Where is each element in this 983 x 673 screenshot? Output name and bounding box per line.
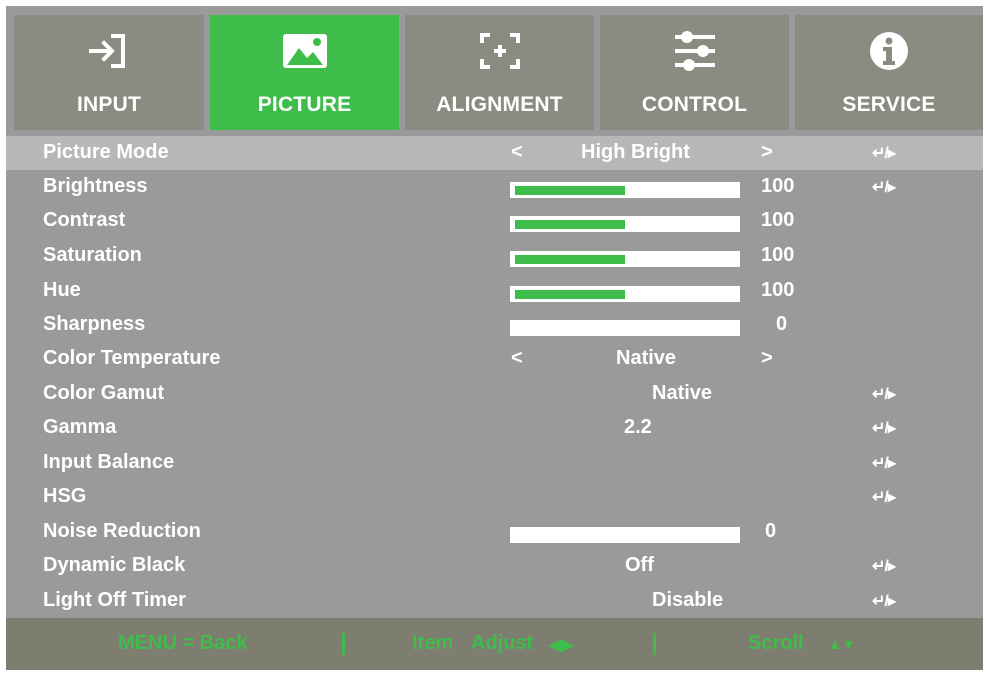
hue-slider[interactable] bbox=[510, 286, 740, 302]
row-label: Color Temperature bbox=[43, 347, 221, 369]
menu-row-color-gamut[interactable]: Color Gamut Native ↵/▸ bbox=[6, 377, 983, 411]
scroll-hint: Scroll bbox=[748, 632, 804, 654]
row-value: Native bbox=[616, 347, 677, 369]
row-number: 100 bbox=[761, 279, 795, 301]
info-icon bbox=[795, 27, 983, 75]
row-value: Off bbox=[625, 554, 654, 576]
row-label: Picture Mode bbox=[43, 141, 169, 163]
row-label: Color Gamut bbox=[43, 382, 165, 404]
menu-row-color-temperature[interactable]: Color Temperature < Native > bbox=[6, 342, 983, 376]
row-value: Disable bbox=[652, 589, 724, 611]
menu-row-brightness[interactable]: Brightness 100 ↵/▸ bbox=[6, 170, 983, 204]
alignment-icon bbox=[405, 27, 594, 75]
enter-icon[interactable]: ↵/▸ bbox=[872, 591, 896, 611]
saturation-slider[interactable] bbox=[510, 251, 740, 267]
input-icon bbox=[14, 27, 204, 75]
menu-row-sharpness[interactable]: Sharpness 0 bbox=[6, 308, 983, 342]
tab-label: PICTURE bbox=[257, 93, 352, 116]
enter-icon[interactable]: ↵/▸ bbox=[872, 487, 896, 507]
right-arrow[interactable]: > bbox=[761, 141, 773, 164]
row-label: Dynamic Black bbox=[43, 554, 186, 576]
row-number: 100 bbox=[761, 175, 795, 197]
row-number: 100 bbox=[761, 209, 795, 231]
tab-input[interactable]: INPUT bbox=[14, 15, 204, 130]
control-sliders-icon bbox=[600, 27, 789, 75]
row-label: Sharpness bbox=[43, 313, 146, 335]
contrast-slider[interactable] bbox=[510, 216, 740, 232]
tab-label: INPUT bbox=[77, 93, 141, 116]
footer-divider bbox=[342, 633, 345, 655]
row-label: Gamma bbox=[43, 416, 117, 438]
tab-control[interactable]: CONTROL bbox=[600, 15, 789, 130]
row-label: Noise Reduction bbox=[43, 520, 201, 542]
left-arrow[interactable]: < bbox=[511, 347, 523, 370]
menu-row-input-balance[interactable]: Input Balance ↵/▸ bbox=[6, 446, 983, 480]
brightness-slider[interactable] bbox=[510, 182, 740, 198]
tab-label: SERVICE bbox=[842, 93, 936, 116]
tab-bar: INPUT PICTURE ALIGNMENT CONTROL SERVICE bbox=[6, 6, 983, 130]
noise-reduction-slider[interactable] bbox=[510, 527, 740, 543]
slider-fill bbox=[515, 290, 625, 299]
menu-row-saturation[interactable]: Saturation 100 bbox=[6, 239, 983, 273]
row-label: Brightness bbox=[43, 175, 148, 197]
row-value: 2.2 bbox=[624, 416, 652, 438]
tab-label: ALIGNMENT bbox=[436, 93, 563, 116]
enter-icon[interactable]: ↵/▸ bbox=[872, 556, 896, 576]
row-label: Input Balance bbox=[43, 451, 175, 473]
row-label: Contrast bbox=[43, 209, 126, 231]
slider-fill bbox=[515, 255, 625, 264]
tab-alignment[interactable]: ALIGNMENT bbox=[405, 15, 594, 130]
menu-row-light-off-timer[interactable]: Light Off Timer Disable ↵/▸ bbox=[6, 584, 983, 618]
footer-hint-bar: MENU = Back Item Adjust ◀▶ Scroll ▲▼ bbox=[6, 618, 983, 670]
menu-row-dynamic-black[interactable]: Dynamic Black Off ↵/▸ bbox=[6, 549, 983, 583]
enter-icon[interactable]: ↵/▸ bbox=[872, 418, 896, 438]
menu-row-hsg[interactable]: HSG ↵/▸ bbox=[6, 480, 983, 514]
slider-fill bbox=[515, 220, 625, 229]
left-right-arrows-icon: ◀▶ bbox=[549, 637, 574, 654]
enter-icon[interactable]: ↵/▸ bbox=[872, 177, 896, 197]
menu-row-hue[interactable]: Hue 100 bbox=[6, 274, 983, 308]
menu-row-picture-mode[interactable]: Picture Mode < High Bright > ↵/▸ bbox=[6, 136, 983, 170]
item-hint: Item bbox=[412, 632, 454, 654]
row-label: Light Off Timer bbox=[43, 589, 186, 611]
up-down-arrows-icon: ▲▼ bbox=[828, 636, 856, 652]
menu-row-gamma[interactable]: Gamma 2.2 ↵/▸ bbox=[6, 411, 983, 445]
row-label: Hue bbox=[43, 279, 81, 301]
menu-row-contrast[interactable]: Contrast 100 bbox=[6, 204, 983, 238]
row-label: HSG bbox=[43, 485, 87, 507]
sharpness-slider[interactable] bbox=[510, 320, 740, 336]
tab-picture[interactable]: PICTURE bbox=[210, 15, 399, 130]
tab-service[interactable]: SERVICE bbox=[795, 15, 983, 130]
row-value: High Bright bbox=[581, 141, 690, 163]
row-number: 0 bbox=[776, 313, 788, 335]
row-label: Saturation bbox=[43, 244, 142, 266]
row-number: 100 bbox=[761, 244, 795, 266]
slider-fill bbox=[515, 186, 625, 195]
footer-divider bbox=[653, 633, 656, 655]
tab-label: CONTROL bbox=[641, 93, 748, 116]
row-value: Native bbox=[652, 382, 713, 404]
left-arrow[interactable]: < bbox=[511, 141, 523, 164]
enter-icon[interactable]: ↵/▸ bbox=[872, 453, 896, 473]
picture-icon bbox=[210, 27, 399, 75]
menu-row-noise-reduction[interactable]: Noise Reduction 0 bbox=[6, 515, 983, 549]
enter-icon[interactable]: ↵/▸ bbox=[872, 384, 896, 404]
right-arrow[interactable]: > bbox=[761, 347, 773, 370]
menu-back-hint: MENU = Back bbox=[118, 632, 248, 654]
row-number: 0 bbox=[765, 520, 777, 542]
adjust-hint: Adjust bbox=[471, 632, 534, 654]
osd-menu: INPUT PICTURE ALIGNMENT CONTROL SERVICE bbox=[6, 6, 983, 670]
enter-icon[interactable]: ↵/▸ bbox=[872, 143, 896, 163]
